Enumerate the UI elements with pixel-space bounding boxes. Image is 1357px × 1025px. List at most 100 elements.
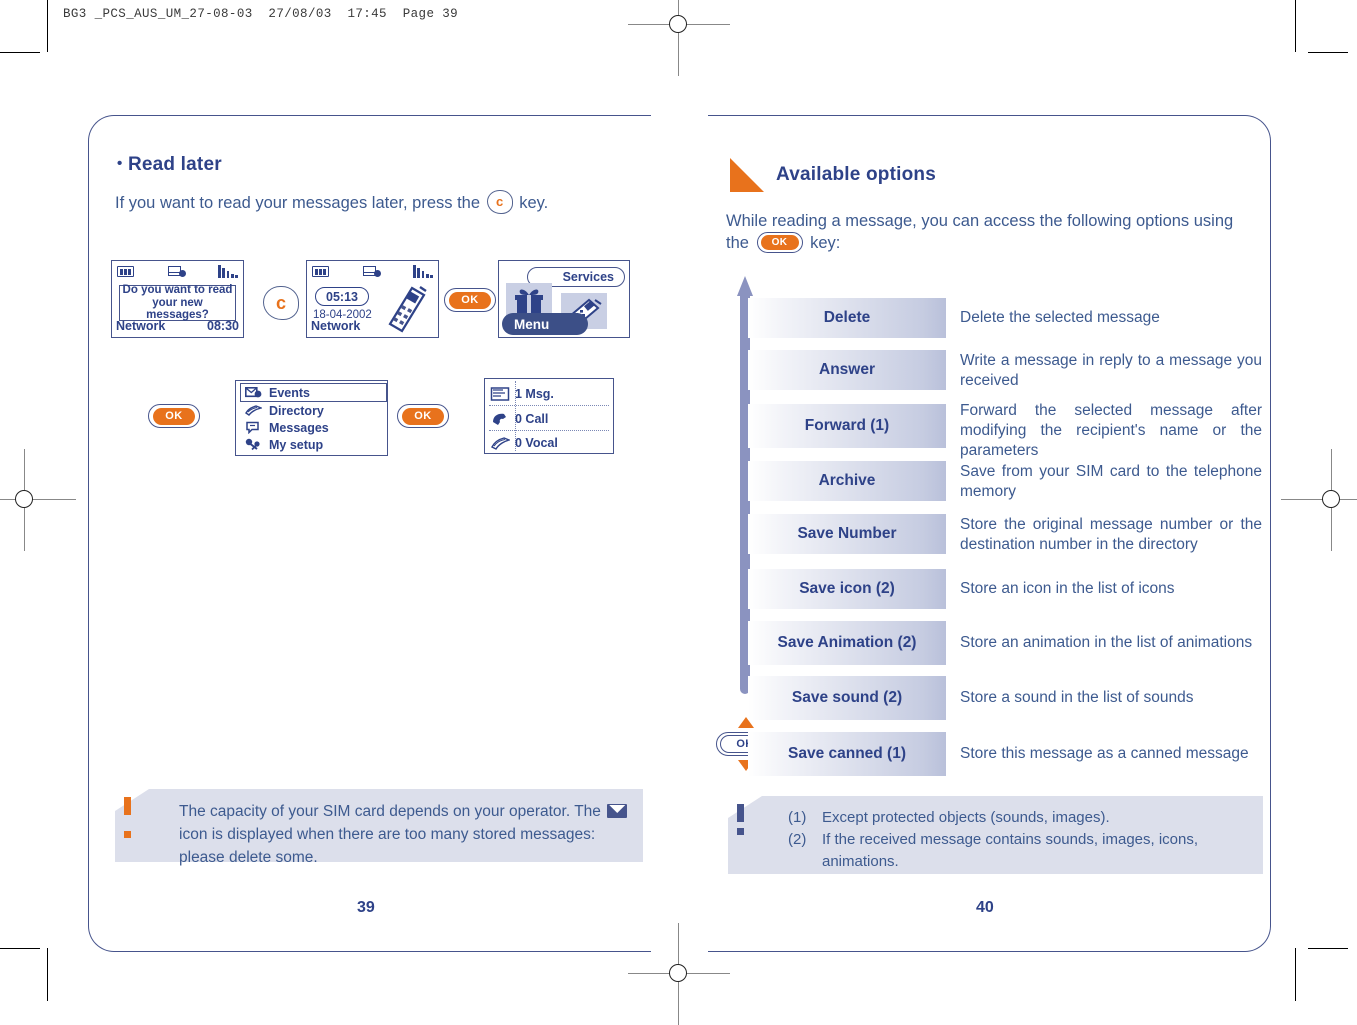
screen-footer: Network 08:30	[112, 319, 243, 337]
gift-icon	[515, 289, 543, 313]
footnote-text: Except protected objects (sounds, images…	[822, 809, 1110, 826]
phone-screen-events: 1 Msg. 0 Call 0 Vocal	[484, 378, 614, 454]
ok-key-label: OK	[449, 291, 491, 309]
option-label[interactable]: Archive	[748, 461, 946, 501]
footnote-1: (1) Except protected objects (sounds, im…	[788, 807, 1253, 829]
events-row-divider	[489, 405, 609, 406]
registration-mark-top	[628, 0, 730, 76]
menu-pill[interactable]: Menu	[502, 313, 588, 335]
events-row-vocal[interactable]: 0 Vocal	[485, 432, 613, 453]
page-heading-read-later: • Read later	[117, 154, 222, 176]
battery-icon	[312, 266, 329, 277]
option-label[interactable]: Save Animation (2)	[748, 621, 946, 665]
menu-item-my-setup[interactable]: My setup	[244, 436, 323, 453]
trim-mark-top-right-h	[1308, 52, 1348, 53]
right-page-panel: Available options While reading a messag…	[708, 115, 1271, 952]
menu-item-label: Messages	[269, 420, 329, 435]
battery-icon	[117, 266, 134, 277]
page-number-left: 39	[357, 899, 375, 916]
menu-item-messages[interactable]: Messages	[244, 419, 329, 436]
events-row-divider	[489, 430, 609, 431]
registration-mark-bottom	[628, 923, 730, 1025]
section-title-available-options: Available options	[776, 164, 937, 185]
available-options-intro: While reading a message, you can access …	[726, 210, 1254, 254]
menu-item-label: My setup	[269, 437, 324, 452]
intro-line-2-before: the	[726, 234, 749, 252]
envelope-icon	[244, 386, 262, 400]
option-description: Save from your SIM card to the telephone…	[960, 463, 1262, 500]
status-bar-2	[307, 261, 438, 283]
ok-key-label: OK	[153, 407, 195, 425]
option-label[interactable]: Save Number	[748, 514, 946, 554]
menu-item-events[interactable]: Events	[240, 383, 387, 402]
menu-item-label: Events	[269, 385, 310, 400]
ok-key-step-1[interactable]: OK	[444, 288, 496, 312]
phone-screen-services: Services Menu	[498, 260, 630, 338]
trim-mark-bottom-left-h	[0, 948, 40, 949]
option-label[interactable]: Delete	[748, 298, 946, 338]
intro-text-after: key.	[519, 194, 549, 212]
events-row-messages[interactable]: 1 Msg.	[485, 382, 613, 405]
full-mailbox-icon	[607, 804, 628, 818]
option-description: Store the original message number or the…	[960, 516, 1262, 553]
book-icon	[244, 404, 262, 418]
menu-item-directory[interactable]: Directory	[244, 402, 324, 419]
page-number-right: 40	[976, 899, 994, 916]
envelope-icon	[363, 266, 381, 278]
events-row-label: 0 Vocal	[515, 435, 558, 450]
note-line-2-before: The	[574, 803, 601, 820]
screen-footer-2: Network	[307, 319, 438, 337]
note-corner-flap	[115, 789, 149, 811]
ok-key-label: OK	[402, 407, 444, 425]
trim-mark-top-left-v	[47, 0, 48, 52]
ok-key-step-2[interactable]: OK	[148, 404, 200, 428]
events-row-label: 0 Call	[515, 411, 549, 426]
registration-mark-right	[1281, 449, 1357, 551]
option-label[interactable]: Save icon (2)	[748, 569, 946, 609]
option-label[interactable]: Answer	[748, 350, 946, 390]
signal-icon	[413, 265, 433, 278]
sim-capacity-note: The capacity of your SIM card depends on…	[115, 789, 643, 866]
bullet-glyph: •	[117, 155, 123, 172]
option-description: Write a message in reply to a message yo…	[960, 352, 1262, 389]
phone-screen-idle: 05:13 18-04-2002 Network	[306, 260, 439, 338]
phone-screen-new-message-prompt: Do you want to read your new messages? N…	[111, 260, 244, 338]
left-page-panel: • Read later If you want to read your me…	[88, 115, 651, 952]
section-triangle-marker	[730, 158, 764, 192]
option-description: Delete the selected message	[960, 309, 1160, 326]
phone-screen-main-menu: Events Directory Messages My setup	[235, 380, 388, 456]
trim-mark-bottom-right-h	[1308, 948, 1348, 949]
footnote-2: (2) If the received message contains sou…	[788, 829, 1253, 873]
idle-clock: 05:13	[315, 287, 369, 306]
footnote-number: (1)	[788, 809, 807, 826]
footnote-number: (2)	[788, 831, 807, 848]
print-header: BG3 _PCS_AUS_UM_27-08-03 27/08/03 17:45 …	[63, 7, 459, 21]
ok-key-step-3[interactable]: OK	[397, 404, 449, 428]
note-text: The capacity of your SIM card depends on…	[179, 800, 631, 869]
trim-mark-top-left-h	[0, 52, 40, 53]
intro-line-1: While reading a message, you can access …	[726, 212, 1234, 230]
message-icon	[244, 421, 262, 435]
events-row-calls[interactable]: 0 Call	[485, 407, 613, 430]
c-key-step-icon: c	[263, 286, 299, 320]
option-label[interactable]: Save canned (1)	[748, 732, 946, 776]
events-row-label: 1 Msg.	[515, 386, 554, 401]
trim-mark-top-right-v	[1295, 0, 1296, 52]
note-line-2-after: icon is displayed when there are too man…	[179, 826, 516, 843]
voicemail-icon	[485, 435, 515, 451]
option-label[interactable]: Save sound (2)	[748, 676, 946, 720]
signal-icon	[218, 265, 238, 278]
option-description: Store an animation in the list of animat…	[960, 634, 1253, 651]
intro-line-2-after: key:	[810, 234, 841, 252]
warning-exclamation-icon	[124, 797, 131, 838]
option-label[interactable]: Forward (1)	[748, 404, 946, 448]
footnote-text: If the received message contains sounds,…	[822, 831, 1199, 870]
option-description: Store an icon in the list of icons	[960, 580, 1175, 597]
ok-key-inline-icon: OK	[756, 232, 803, 253]
envelope-icon	[168, 266, 186, 278]
option-description: Store this message as a canned message	[960, 745, 1249, 762]
clock-label: 08:30	[207, 319, 239, 333]
menu-item-label: Directory	[269, 403, 324, 418]
status-bar	[112, 261, 243, 283]
c-key-icon: c	[486, 190, 513, 214]
